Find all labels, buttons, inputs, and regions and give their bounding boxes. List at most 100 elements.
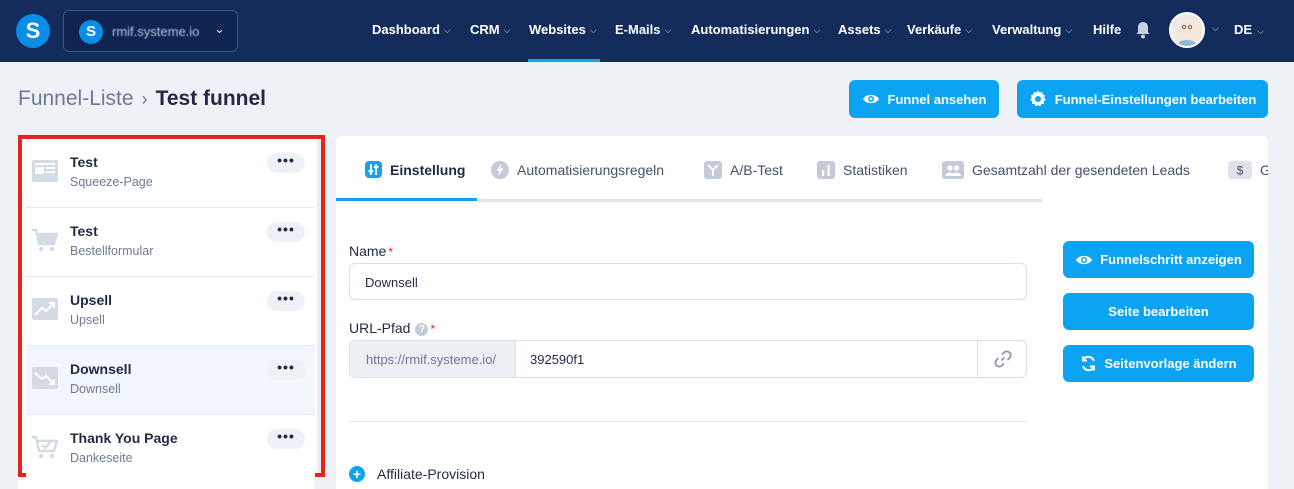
sidebar-footer: [18, 480, 314, 489]
view-funnel-button[interactable]: Funnel ansehen: [849, 80, 999, 118]
funnel-step-type: Upsell: [70, 313, 105, 327]
more-options-button[interactable]: •••: [267, 291, 305, 311]
funnel-step-item[interactable]: Test Bestellformular •••: [26, 208, 315, 277]
bar-chart-icon: [817, 161, 835, 179]
bolt-icon: [491, 161, 509, 179]
funnel-step-item[interactable]: Thank You Page Dankeseite •••: [26, 415, 315, 484]
nav-sales[interactable]: Verkäufe ⌵: [907, 22, 972, 37]
eye-icon: [1076, 255, 1093, 264]
chevron-down-icon[interactable]: ⌵: [1212, 23, 1219, 34]
copy-link-button[interactable]: [977, 341, 1026, 377]
squeeze-page-icon: [32, 160, 58, 182]
url-path-label: URL-Pfad? *: [349, 320, 436, 336]
downsell-chart-icon: [32, 367, 58, 389]
svg-text:$: $: [1237, 164, 1244, 178]
funnel-step-item[interactable]: Upsell Upsell •••: [26, 277, 315, 346]
funnel-step-type: Dankeseite: [70, 451, 133, 465]
name-input[interactable]: Downsell: [349, 263, 1027, 300]
systeme-logo[interactable]: S: [16, 14, 50, 48]
funnel-step-item[interactable]: Downsell Downsell •••: [26, 346, 315, 415]
chevron-down-icon: ⌵: [664, 25, 672, 35]
url-path-input[interactable]: 392590f1: [530, 352, 584, 367]
affiliate-commission-label: Affiliate-Provision: [377, 466, 485, 482]
chevron-down-icon: ⌵: [1065, 25, 1073, 35]
chevron-down-icon: ⌵: [503, 25, 511, 35]
tab-settings[interactable]: Einstellung: [365, 161, 465, 178]
breadcrumb-separator: ›: [141, 89, 148, 109]
funnel-steps-sidebar: Test Squeeze-Page ••• Test Bestellformul…: [18, 135, 325, 484]
nav-management[interactable]: Verwaltung ⌵: [992, 22, 1072, 37]
nav-dashboard[interactable]: Dashboard ⌵: [372, 22, 451, 37]
more-options-button[interactable]: •••: [267, 222, 305, 242]
funnel-step-title: Test: [70, 154, 98, 170]
tab-bar: Einstellung Automatisierungsregeln A/B-T…: [336, 136, 1268, 202]
users-icon: [942, 161, 964, 179]
tab-total-leads-sent[interactable]: Gesamtzahl der gesendeten Leads: [942, 161, 1190, 179]
plus-icon: +: [349, 466, 365, 482]
top-navbar: S S rmif.systeme.io ⌄ Dashboard ⌵ CRM ⌵ We…: [0, 0, 1294, 62]
tab-more[interactable]: $ G: [1228, 161, 1268, 179]
funnel-step-panel: Einstellung Automatisierungsregeln A/B-T…: [336, 136, 1268, 489]
edit-page-button[interactable]: Seite bearbeiten: [1063, 293, 1254, 330]
url-prefix: https://rmif.systeme.io/: [350, 341, 516, 377]
sliders-icon: [365, 161, 382, 178]
url-path-field: https://rmif.systeme.io/ 392590f1: [349, 340, 1027, 378]
nav-emails[interactable]: E-Mails ⌵: [615, 22, 671, 37]
avatar[interactable]: [1169, 12, 1205, 48]
required-mark: *: [430, 322, 436, 336]
change-page-template-button[interactable]: Seitenvorlage ändern: [1063, 345, 1254, 382]
edit-funnel-settings-button[interactable]: Funnel-Einstellungen bearbeiten: [1017, 80, 1268, 118]
chevron-down-icon: ⌵: [965, 25, 973, 35]
affiliate-commission-toggle[interactable]: + Affiliate-Provision: [349, 466, 485, 482]
funnel-step-type: Squeeze-Page: [70, 175, 153, 189]
tab-automation-rules[interactable]: Automatisierungsregeln: [491, 161, 664, 179]
split-icon: [704, 161, 722, 179]
more-options-button[interactable]: •••: [267, 153, 305, 173]
funnel-step-title: Downsell: [70, 361, 132, 377]
page-title: Test funnel: [155, 87, 267, 110]
nav-automations[interactable]: Automatisierungen ⌵: [691, 22, 820, 37]
funnel-step-title: Test: [70, 223, 98, 239]
funnel-step-title: Upsell: [70, 292, 113, 308]
bell-icon[interactable]: [1135, 21, 1151, 39]
nav-crm[interactable]: CRM ⌵: [470, 22, 510, 37]
active-tab-indicator: [336, 198, 477, 201]
more-options-button[interactable]: •••: [267, 360, 305, 380]
workspace-logo: S: [79, 20, 103, 44]
chevron-down-icon: ⌵: [884, 25, 892, 35]
chevron-down-icon: ⌵: [589, 25, 597, 35]
chevron-down-icon: ⌵: [1257, 26, 1264, 36]
tab-scrollbar[interactable]: [477, 199, 1042, 202]
funnel-step-title: Thank You Page: [70, 430, 178, 446]
cart-check-icon: [32, 435, 59, 459]
nav-assets[interactable]: Assets ⌵: [838, 22, 891, 37]
link-icon: [993, 350, 1012, 368]
sidebar-scrollbar[interactable]: [317, 139, 321, 473]
nav-active-indicator: [528, 59, 600, 62]
show-funnel-step-button[interactable]: Funnelschritt anzeigen: [1063, 241, 1254, 278]
language-switcher[interactable]: DE ⌵: [1234, 22, 1264, 37]
tab-statistics[interactable]: Statistiken: [817, 161, 908, 179]
dollar-icon: $: [1228, 161, 1252, 179]
breadcrumb-funnel-list[interactable]: Funnel-Liste: [18, 87, 134, 110]
cart-icon: [32, 228, 59, 252]
name-label: Name *: [349, 243, 394, 259]
chevron-down-icon: ⌄: [214, 21, 225, 36]
nav-websites[interactable]: Websites ⌵: [529, 22, 597, 37]
tab-ab-test[interactable]: A/B-Test: [704, 161, 783, 179]
breadcrumb: Funnel-Liste › Test funnel: [18, 87, 266, 111]
section-divider: [349, 421, 1027, 422]
funnel-step-item[interactable]: Test Squeeze-Page •••: [26, 139, 315, 208]
eye-icon: [862, 94, 879, 104]
help-icon[interactable]: ?: [415, 323, 429, 336]
funnel-step-type: Bestellformular: [70, 244, 154, 258]
workspace-switcher[interactable]: S rmif.systeme.io ⌄: [63, 10, 238, 52]
refresh-icon: [1082, 355, 1096, 372]
workspace-name: rmif.systeme.io: [112, 24, 200, 39]
nav-help[interactable]: Hilfe: [1093, 22, 1121, 37]
required-mark: *: [388, 245, 394, 259]
gear-icon: [1029, 90, 1046, 107]
chevron-down-icon: ⌵: [813, 25, 821, 35]
upsell-chart-icon: [32, 298, 58, 320]
more-options-button[interactable]: •••: [267, 429, 305, 449]
